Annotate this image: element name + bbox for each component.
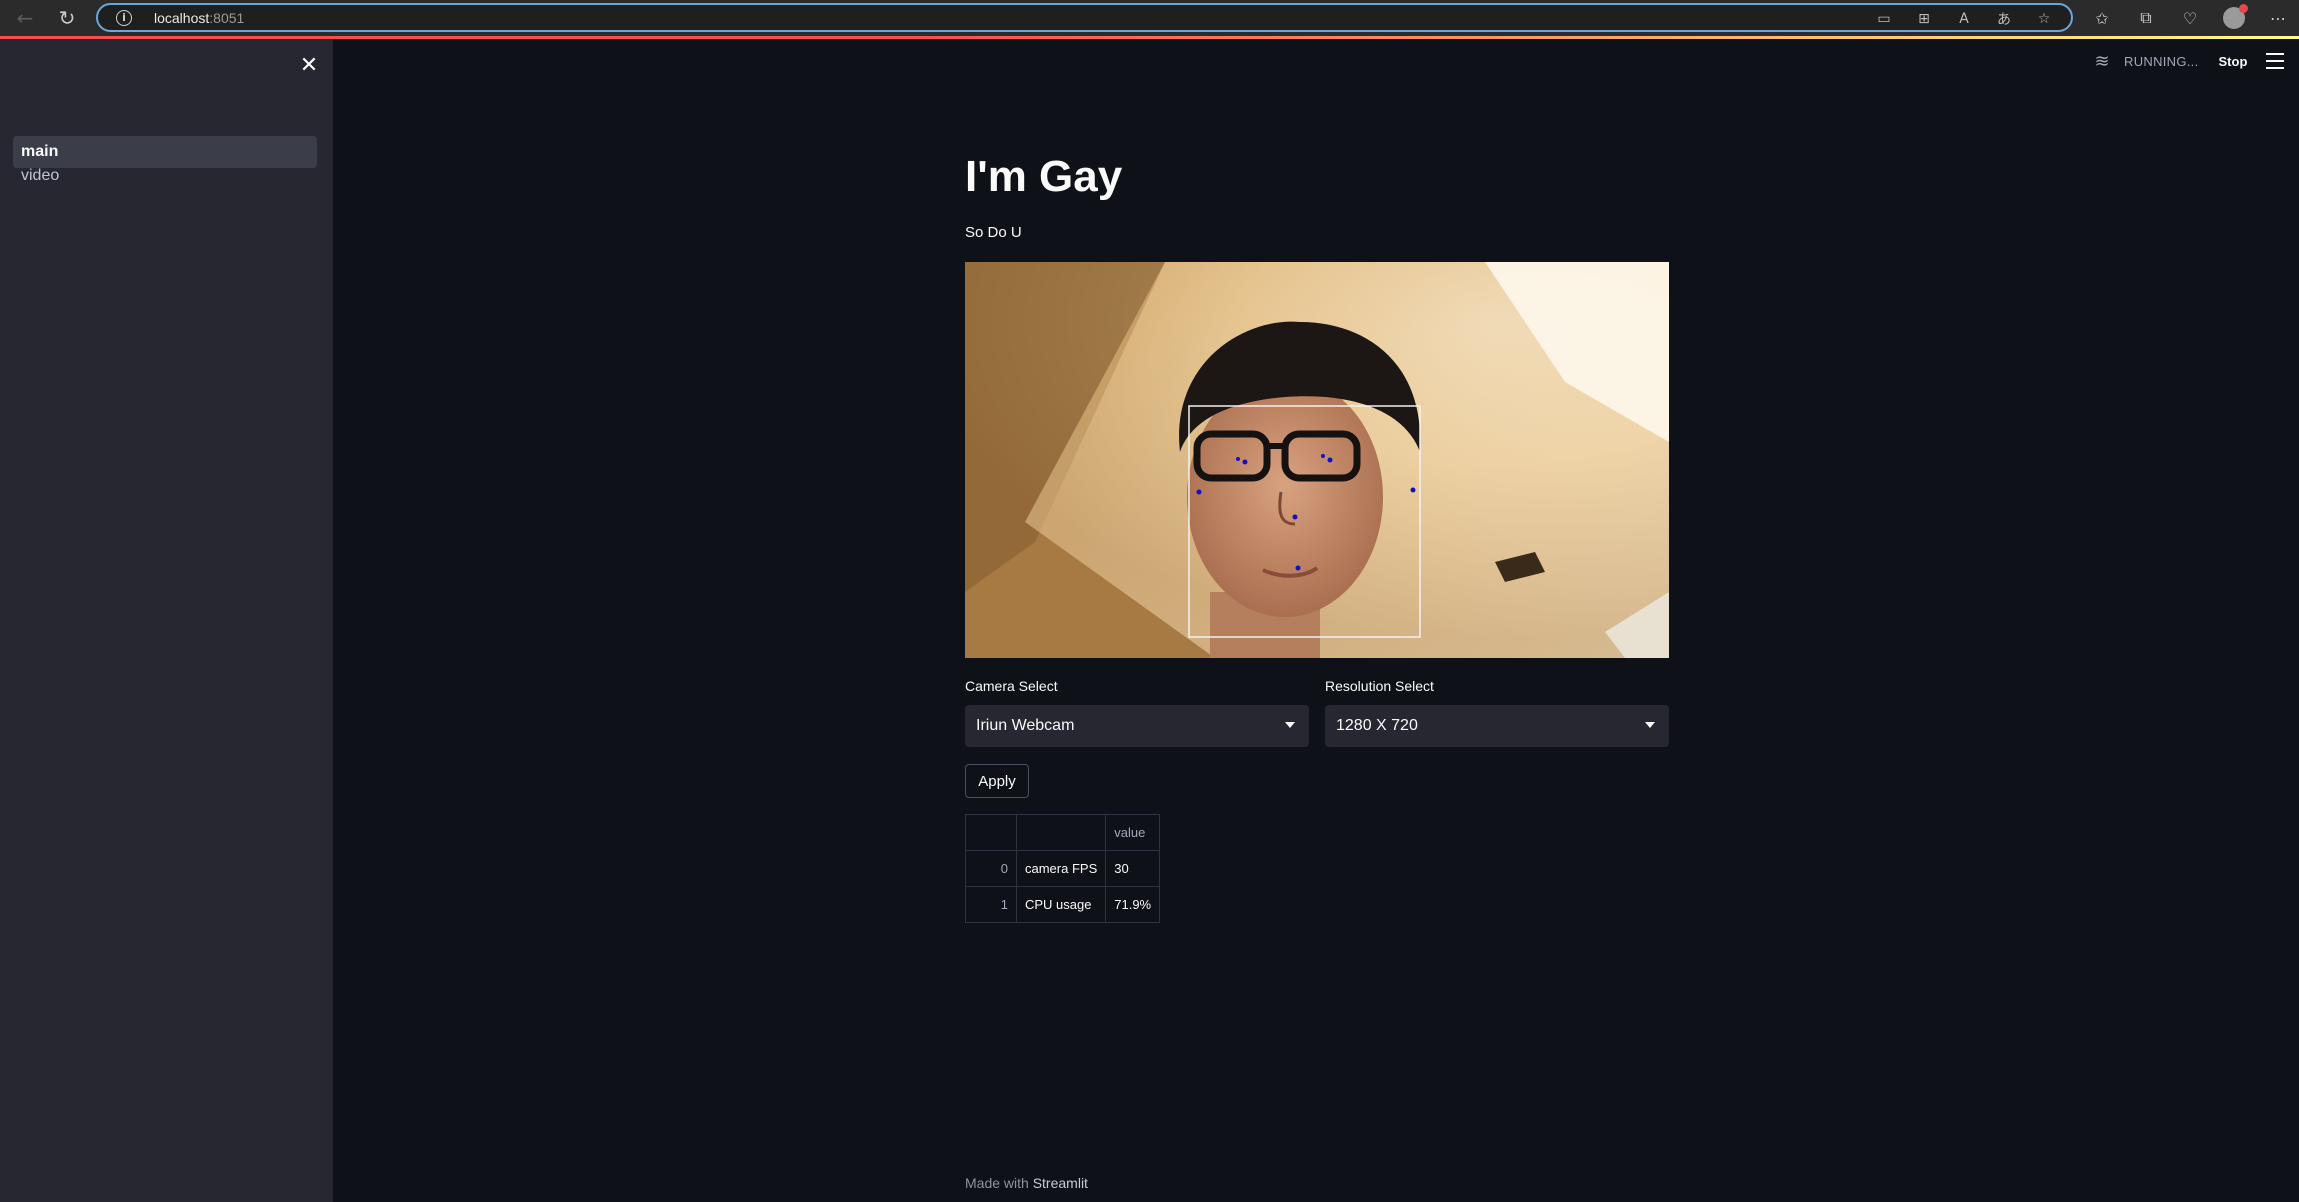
footer-prefix: Made with (965, 1175, 1029, 1191)
running-text: RUNNING... (2124, 53, 2199, 69)
stop-button[interactable]: Stop (2219, 54, 2248, 69)
favorite-star-icon[interactable]: ☆ (2031, 9, 2057, 29)
table-header-row: value (965, 814, 1161, 851)
url-text[interactable]: localhost:8051 (154, 10, 244, 26)
table-header-cell (965, 814, 1017, 851)
swimmer-icon: ≋ (2094, 50, 2110, 72)
table-header-cell: value (1105, 814, 1161, 851)
page-title: I'm Gay (965, 152, 1123, 201)
resolution-select[interactable]: 1280 X 720 (1325, 705, 1669, 747)
chevron-down-icon (1285, 722, 1295, 728)
footer: Made with Streamlit (965, 1175, 1088, 1191)
camera-select-label: Camera Select (965, 678, 1058, 694)
app-available-icon[interactable]: ▭ (1871, 9, 1897, 29)
row-value: 71.9% (1105, 886, 1161, 923)
chevron-down-icon (1645, 722, 1655, 728)
camera-select[interactable]: Iriun Webcam (965, 705, 1309, 747)
row-name: camera FPS (1015, 850, 1107, 887)
favorites-icon[interactable]: ✩ (2085, 3, 2119, 33)
row-index: 1 (965, 886, 1017, 923)
site-info-icon[interactable]: i (116, 9, 132, 26)
translate-icon[interactable]: あ (1991, 9, 2017, 29)
streamlit-link[interactable]: Streamlit (1033, 1175, 1088, 1191)
stats-table: value 0 camera FPS 30 1 CPU usage 71.9% (965, 814, 1161, 923)
camera-select-value: Iriun Webcam (976, 717, 1075, 734)
table-row: 0 camera FPS 30 (965, 850, 1161, 887)
hamburger-menu-icon[interactable] (2262, 50, 2288, 72)
more-options-icon[interactable]: ⋯ (2261, 3, 2295, 33)
table-row: 1 CPU usage 71.9% (965, 886, 1161, 923)
browser-essentials-icon[interactable]: ♡ (2173, 3, 2207, 33)
resolution-select-value: 1280 X 720 (1336, 717, 1418, 734)
running-status: ≋ RUNNING... Stop (2090, 50, 2247, 72)
resolution-select-label: Resolution Select (1325, 678, 1434, 694)
extensions-grid-icon[interactable]: ⊞ (1911, 9, 1937, 29)
row-index: 0 (965, 850, 1017, 887)
page-subtitle: So Do U (965, 224, 1022, 241)
row-value: 30 (1105, 850, 1161, 887)
video-frame (965, 262, 1669, 658)
apply-button[interactable]: Apply (965, 764, 1029, 798)
reload-icon[interactable]: ↻ (50, 3, 84, 33)
back-arrow-icon[interactable]: ← (8, 3, 42, 33)
app-top-decoration (0, 36, 2299, 39)
read-aloud-icon[interactable]: A (1951, 9, 1977, 29)
browser-toolbar: ← ↻ i localhost:8051 ▭ ⊞ A あ ☆ ✩ ⧉ ♡ ⋯ (0, 0, 2299, 36)
profile-avatar-icon[interactable] (2223, 4, 2248, 29)
close-sidebar-icon[interactable]: ✕ (296, 52, 322, 78)
collections-icon[interactable]: ⧉ (2129, 3, 2163, 33)
row-name: CPU usage (1015, 886, 1107, 923)
address-bar[interactable]: i localhost:8051 ▭ ⊞ A あ ☆ (96, 3, 2073, 32)
sidebar-item-video[interactable]: video (13, 160, 317, 192)
sidebar: ✕ main video (0, 39, 333, 1202)
table-header-cell (1015, 814, 1107, 851)
